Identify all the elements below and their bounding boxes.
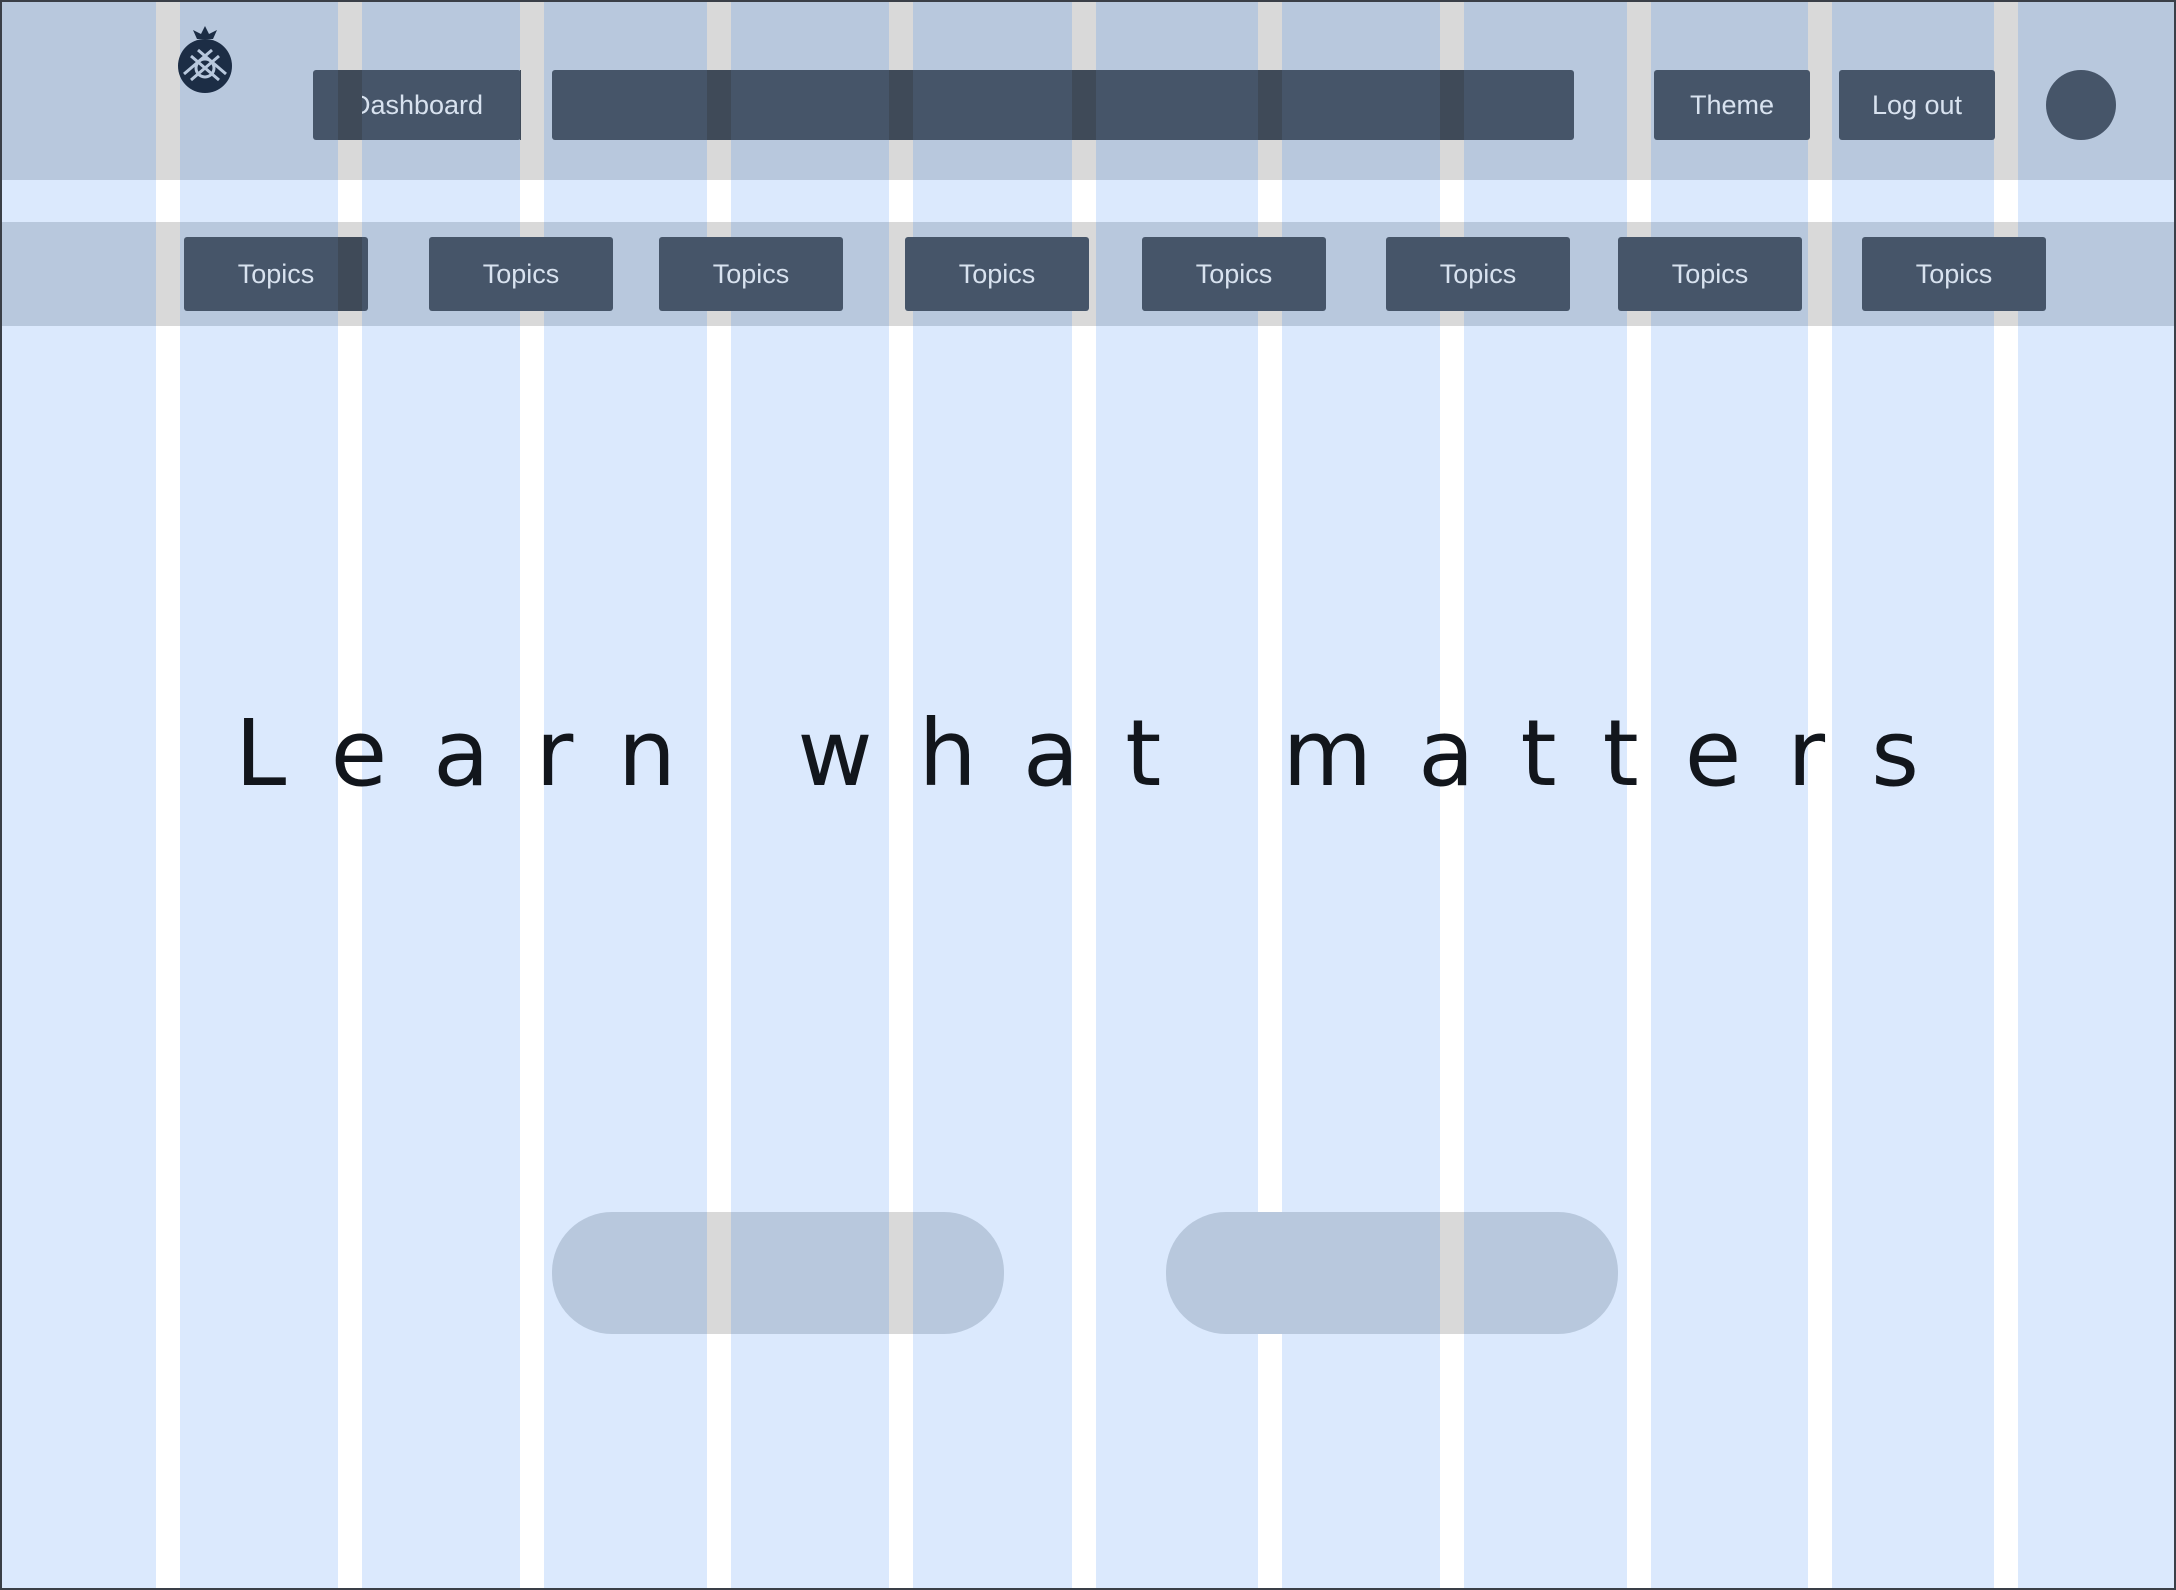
page-border <box>0 0 2176 1590</box>
